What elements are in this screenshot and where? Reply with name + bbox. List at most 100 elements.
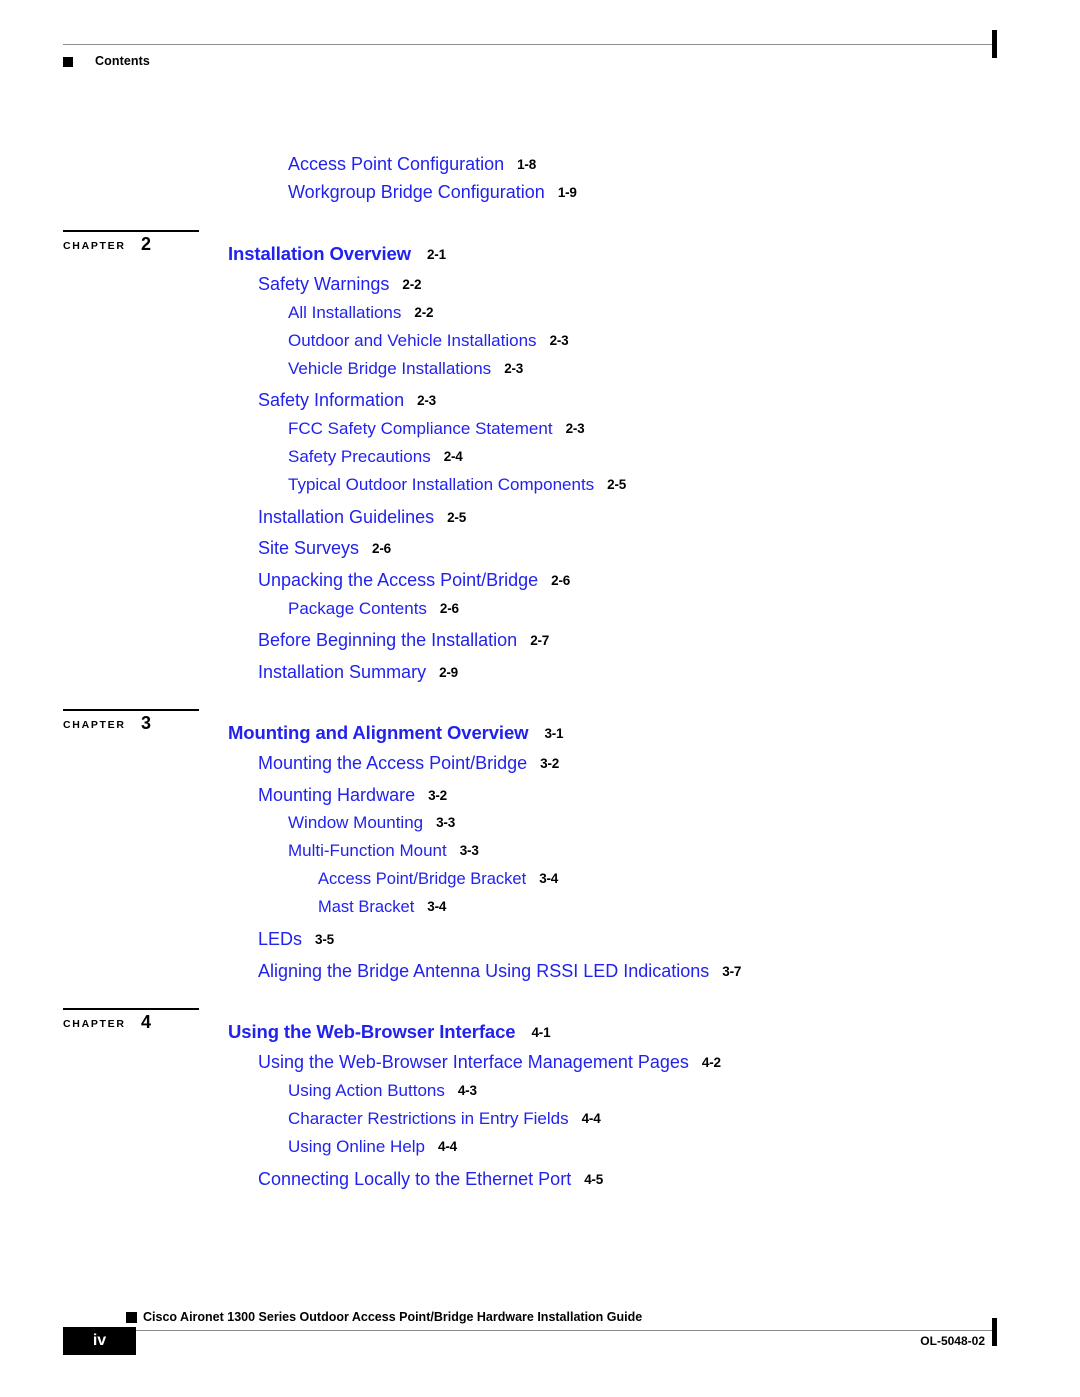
toc-entry-title: LEDs [258,929,303,949]
toc-entry[interactable]: Mast Bracket 3-4 [318,898,446,917]
chapter-marker-rule [63,230,199,232]
toc-entry-title: Aligning the Bridge Antenna Using RSSI L… [258,961,710,981]
toc-entry-page-number: 4-1 [531,1025,551,1040]
toc-entry-page-number: 1-9 [557,185,577,200]
toc-chapter-entry[interactable]: Installation Overview 2-1 [228,243,446,265]
toc-entry-title: Site Surveys [258,538,360,558]
toc-chapter-entry[interactable]: Mounting and Alignment Overview 3-1 [228,722,564,744]
chapter-marker-word: CHAPTER [63,719,126,731]
toc-entry[interactable]: Multi-Function Mount 3-3 [288,841,479,861]
toc-entry[interactable]: Vehicle Bridge Installations 2-3 [288,359,523,379]
toc-entry-page-number: 2-7 [530,633,550,648]
toc-entry-page-number: 2-3 [549,333,569,348]
toc-entry[interactable]: Using the Web-Browser Interface Manageme… [258,1052,721,1073]
toc-entry-title: All Installations [288,303,402,322]
toc-entry-page-number: 3-5 [315,932,334,947]
footer-square-bullet-icon [126,1312,137,1323]
toc-entry-title: Using Action Buttons [288,1081,445,1100]
toc-entry-page-number: 3-2 [540,756,560,771]
toc-entry-page-number: 2-2 [402,277,422,292]
toc-entry-page-number: 2-3 [417,393,436,408]
header-rule [63,44,997,45]
toc-entry[interactable]: All Installations 2-2 [288,303,434,323]
toc-entry[interactable]: Unpacking the Access Point/Bridge 2-6 [258,570,570,591]
toc-entry-title: Access Point Configuration [288,154,505,174]
toc-entry-title: Mounting Hardware [258,785,416,805]
toc-entry-title: Vehicle Bridge Installations [288,359,492,378]
toc-entry[interactable]: Site Surveys 2-6 [258,538,391,559]
toc-entry[interactable]: Window Mounting 3-3 [288,813,455,833]
toc-entry[interactable]: Using Action Buttons 4-3 [288,1081,477,1101]
toc-entry[interactable]: LEDs 3-5 [258,929,334,950]
footer-doc-id: OL-5048-02 [920,1334,985,1348]
toc-entry[interactable]: Safety Precautions 2-4 [288,447,463,467]
toc-entry-title: Access Point/Bridge Bracket [318,870,527,888]
toc-entry-title: Safety Warnings [258,274,390,294]
toc-entry-title: Before Beginning the Installation [258,630,518,650]
running-header: Contents [63,30,997,84]
toc-entry[interactable]: Before Beginning the Installation 2-7 [258,630,549,651]
header-label: Contents [95,54,150,68]
toc-entry[interactable]: Typical Outdoor Installation Components 2… [288,475,626,495]
toc-entry-title: Using the Web-Browser Interface [228,1021,516,1042]
toc-entry[interactable]: Safety Warnings 2-2 [258,274,422,295]
chapter-marker: CHAPTER 4 [63,1008,199,1038]
toc-entry[interactable]: Character Restrictions in Entry Fields 4-… [288,1109,601,1129]
header-edge-tick [992,30,997,58]
toc-entry-page-number: 2-6 [439,601,459,616]
toc-entry-title: Mast Bracket [318,898,415,916]
toc-entry[interactable]: Aligning the Bridge Antenna Using RSSI L… [258,961,741,982]
toc-entry-title: Workgroup Bridge Configuration [288,182,545,202]
toc-entry-page-number: 2-5 [607,477,627,492]
toc-entry-page-number: 2-9 [439,665,458,680]
square-bullet-icon [63,57,73,67]
toc-entry-title: Outdoor and Vehicle Installations [288,331,537,350]
toc-chapter-entry[interactable]: Using the Web-Browser Interface 4-1 [228,1021,551,1043]
toc-entry-page-number: 2-5 [447,510,467,525]
toc-entry-title: Safety Information [258,390,405,410]
toc-entry-title: Package Contents [288,599,427,618]
toc-entry[interactable]: Mounting Hardware 3-2 [258,785,447,806]
toc-entry-page-number: 3-2 [428,788,447,803]
toc-entry[interactable]: Safety Information 2-3 [258,390,436,411]
toc-entry-title: Mounting and Alignment Overview [228,722,529,743]
footer-edge-tick [992,1318,997,1346]
toc-entry[interactable]: Using Online Help 4-4 [288,1137,457,1157]
toc-entry[interactable]: FCC Safety Compliance Statement 2-3 [288,419,585,439]
toc-entry-page-number: 2-6 [372,541,391,556]
toc-entry-page-number: 3-1 [544,726,564,741]
chapter-marker-rule [63,1008,199,1010]
toc-entry-page-number: 2-6 [551,573,571,588]
toc-entry-title: Using the Web-Browser Interface Manageme… [258,1052,689,1072]
footer-document-title: Cisco Aironet 1300 Series Outdoor Access… [143,1310,643,1324]
toc-entry[interactable]: Outdoor and Vehicle Installations 2-3 [288,331,569,351]
toc-entry[interactable]: Access Point Configuration 1-8 [288,154,536,175]
toc-entry-page-number: 2-3 [504,361,524,376]
toc-entry[interactable]: Package Contents 2-6 [288,599,459,619]
toc-entry[interactable]: Mounting the Access Point/Bridge 3-2 [258,753,559,774]
toc-entry-page-number: 3-4 [539,871,559,886]
chapter-marker: CHAPTER 2 [63,230,199,260]
toc-entry-page-number: 3-7 [722,964,742,979]
toc-entry-page-number: 1-8 [517,157,537,172]
toc-entry[interactable]: Workgroup Bridge Configuration 1-9 [288,182,577,203]
toc-entry-page-number: 3-4 [427,899,447,914]
toc-entry-page-number: 2-1 [426,247,446,262]
toc-entry-page-number: 2-4 [443,449,463,464]
toc-entry-page-number: 3-3 [436,815,456,830]
toc-entry-title: Safety Precautions [288,447,431,466]
chapter-marker: CHAPTER 3 [63,709,199,739]
toc-entry[interactable]: Access Point/Bridge Bracket 3-4 [318,870,558,889]
toc-entry[interactable]: Connecting Locally to the Ethernet Port 4… [258,1169,603,1190]
toc-entry-title: Installation Summary [258,662,427,682]
toc-entry-page-number: 3-3 [459,843,479,858]
toc-entry-page-number: 4-5 [584,1172,604,1187]
toc-entry[interactable]: Installation Guidelines 2-5 [258,507,466,528]
toc-entry-title: Installation Overview [228,243,411,264]
toc-entry-page-number: 2-2 [414,305,434,320]
toc-entry-title: Typical Outdoor Installation Components [288,475,595,494]
toc-entry-title: Multi-Function Mount [288,841,447,860]
chapter-marker-word: CHAPTER [63,240,126,252]
chapter-marker-number: 4 [141,1012,152,1032]
toc-entry[interactable]: Installation Summary 2-9 [258,662,458,683]
